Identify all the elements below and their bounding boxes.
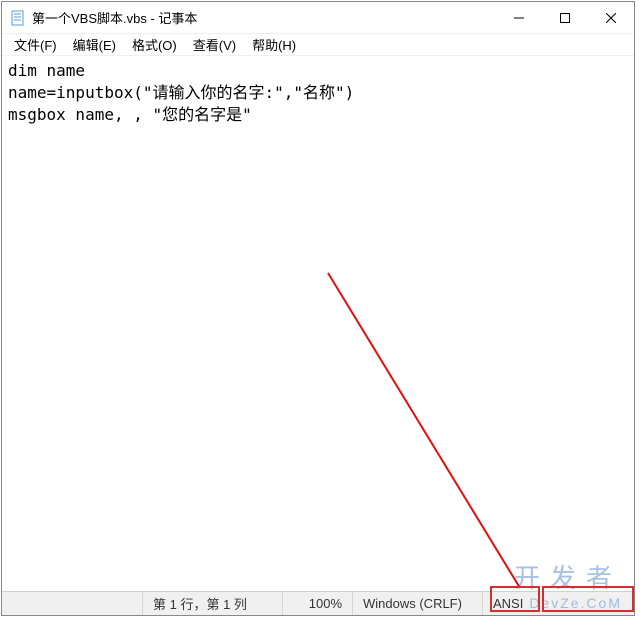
notepad-icon: [10, 10, 26, 26]
close-button[interactable]: [588, 2, 634, 33]
statusbar: 第 1 行，第 1 列 100% Windows (CRLF) ANSI: [2, 591, 634, 615]
text-editor[interactable]: dim name name=inputbox("请输入你的名字:","名称") …: [2, 56, 634, 591]
notepad-window: 第一个VBS脚本.vbs - 记事本 文件(F) 编辑(E) 格式(O) 查看(…: [1, 1, 635, 616]
window-controls: [496, 2, 634, 33]
window-title: 第一个VBS脚本.vbs - 记事本: [32, 8, 197, 27]
status-position: 第 1 行，第 1 列: [142, 592, 282, 615]
minimize-button[interactable]: [496, 2, 542, 33]
status-encoding: ANSI: [482, 592, 552, 615]
menu-view[interactable]: 查看(V): [185, 33, 244, 56]
menu-help[interactable]: 帮助(H): [244, 33, 304, 56]
menu-file[interactable]: 文件(F): [6, 33, 65, 56]
menu-edit[interactable]: 编辑(E): [65, 33, 124, 56]
maximize-button[interactable]: [542, 2, 588, 33]
menubar: 文件(F) 编辑(E) 格式(O) 查看(V) 帮助(H): [2, 34, 634, 56]
menu-format[interactable]: 格式(O): [124, 33, 185, 56]
status-zoom: 100%: [282, 592, 352, 615]
status-spacer: [2, 592, 142, 615]
titlebar[interactable]: 第一个VBS脚本.vbs - 记事本: [2, 2, 634, 34]
status-eol: Windows (CRLF): [352, 592, 482, 615]
